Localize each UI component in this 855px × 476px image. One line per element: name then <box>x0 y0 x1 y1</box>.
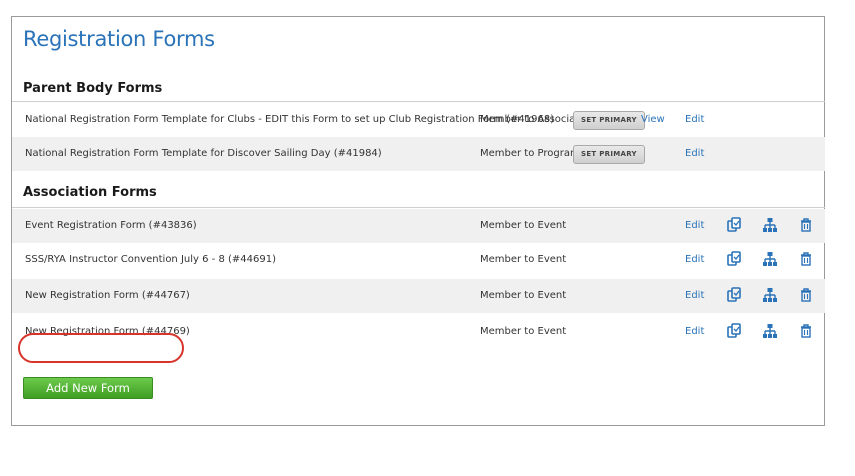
copy-icon[interactable] <box>726 323 742 339</box>
section-heading-association: Association Forms <box>23 185 157 200</box>
section-heading-parent-body: Parent Body Forms <box>23 81 163 96</box>
hierarchy-icon[interactable] <box>762 217 778 233</box>
form-name: SSS/RYA Instructor Convention July 6 - 8… <box>25 254 276 265</box>
form-name: New Registration Form (#44767) <box>25 290 190 301</box>
registration-forms-panel: Registration Forms Parent Body Forms Nat… <box>11 16 825 426</box>
table-row: New Registration Form (#44767) Member to… <box>12 279 825 313</box>
form-type: Member to Event <box>480 254 567 265</box>
form-type: Member to Event <box>480 326 567 337</box>
form-type: Member to Event <box>480 290 567 301</box>
copy-icon[interactable] <box>726 217 742 233</box>
page-title: Registration Forms <box>23 27 215 51</box>
highlight-circle <box>18 333 184 363</box>
add-new-form-button[interactable]: Add New Form <box>23 377 153 399</box>
edit-link[interactable]: Edit <box>685 254 704 265</box>
edit-link[interactable]: Edit <box>685 114 704 125</box>
table-row: SSS/RYA Instructor Convention July 6 - 8… <box>12 243 825 277</box>
form-name: Event Registration Form (#43836) <box>25 220 197 231</box>
hierarchy-icon[interactable] <box>762 251 778 267</box>
set-primary-button[interactable]: SET PRIMARY <box>573 111 645 130</box>
table-row: National Registration Form Template for … <box>12 137 825 171</box>
section-divider <box>12 207 825 208</box>
form-type: Member to Event <box>480 220 567 231</box>
trash-icon[interactable] <box>798 287 814 303</box>
set-primary-button[interactable]: SET PRIMARY <box>573 145 645 164</box>
table-row: National Registration Form Template for … <box>12 103 825 137</box>
copy-icon[interactable] <box>726 251 742 267</box>
view-link[interactable]: View <box>641 114 665 125</box>
trash-icon[interactable] <box>798 251 814 267</box>
form-name: National Registration Form Template for … <box>25 148 382 159</box>
hierarchy-icon[interactable] <box>762 323 778 339</box>
form-name: National Registration Form Template for … <box>25 114 555 125</box>
form-type: Member to Program <box>480 148 580 159</box>
edit-link[interactable]: Edit <box>685 326 704 337</box>
trash-icon[interactable] <box>798 217 814 233</box>
edit-link[interactable]: Edit <box>685 220 704 231</box>
table-row: Event Registration Form (#43836) Member … <box>12 209 825 243</box>
copy-icon[interactable] <box>726 287 742 303</box>
edit-link[interactable]: Edit <box>685 148 704 159</box>
trash-icon[interactable] <box>798 323 814 339</box>
hierarchy-icon[interactable] <box>762 287 778 303</box>
edit-link[interactable]: Edit <box>685 290 704 301</box>
section-divider <box>12 101 825 102</box>
